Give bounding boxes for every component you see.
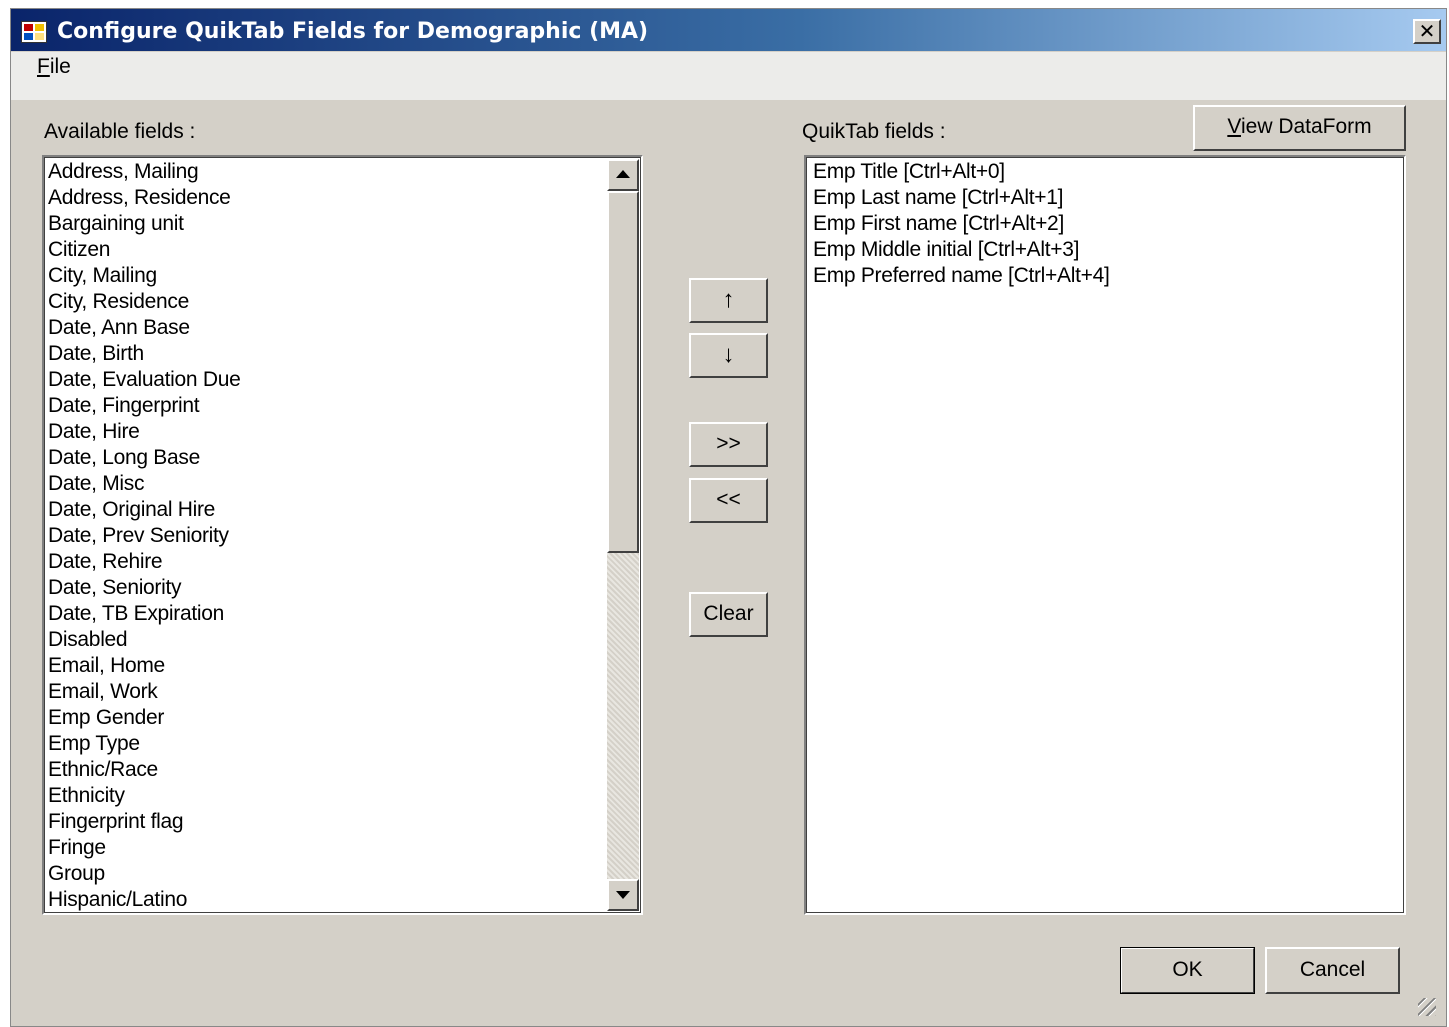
quiktab-list-item[interactable]: Emp Middle initial [Ctrl+Alt+3] bbox=[809, 237, 1404, 263]
available-list-item[interactable]: Email, Work bbox=[44, 679, 641, 705]
quiktab-list-item[interactable]: Emp Title [Ctrl+Alt+0] bbox=[809, 159, 1404, 185]
available-list-item[interactable]: Fringe bbox=[44, 835, 641, 861]
available-list-item[interactable]: Date, Hire bbox=[44, 419, 641, 445]
menu-file[interactable]: File bbox=[37, 55, 71, 79]
available-list-item[interactable]: Date, Prev Seniority bbox=[44, 523, 641, 549]
available-scrollbar[interactable] bbox=[607, 159, 639, 911]
view-dataform-button[interactable]: View DataForm bbox=[1193, 105, 1406, 151]
available-list-item[interactable]: Address, Residence bbox=[44, 185, 641, 211]
available-list-item[interactable]: Email, Home bbox=[44, 653, 641, 679]
resize-grip-icon[interactable] bbox=[1418, 998, 1436, 1016]
remove-field-button[interactable]: << bbox=[689, 478, 768, 523]
available-list-item[interactable]: Disabled bbox=[44, 627, 641, 653]
menu-file-label: ile bbox=[49, 55, 71, 78]
scroll-thumb[interactable] bbox=[607, 191, 639, 553]
window-title: Configure QuikTab Fields for Demographic… bbox=[57, 19, 649, 44]
available-list-item[interactable]: Ethnicity bbox=[44, 783, 641, 809]
available-list-item[interactable]: Date, TB Expiration bbox=[44, 601, 641, 627]
available-list-item[interactable]: City, Residence bbox=[44, 289, 641, 315]
available-list-item[interactable]: Date, Birth bbox=[44, 341, 641, 367]
add-field-button[interactable]: >> bbox=[689, 422, 768, 467]
available-list-item[interactable]: Citizen bbox=[44, 237, 641, 263]
cancel-button[interactable]: Cancel bbox=[1265, 947, 1400, 994]
move-up-button[interactable]: ↑ bbox=[689, 278, 768, 323]
scroll-up-button[interactable] bbox=[607, 159, 639, 191]
scroll-down-arrow-icon bbox=[616, 891, 630, 899]
scroll-up-arrow-icon bbox=[616, 170, 630, 178]
view-dataform-mnemonic: V bbox=[1227, 115, 1241, 138]
app-icon bbox=[21, 21, 47, 43]
menu-file-mnemonic: F bbox=[37, 55, 50, 78]
available-list-item[interactable]: Ethnic/Race bbox=[44, 757, 641, 783]
available-list-item[interactable]: Date, Rehire bbox=[44, 549, 641, 575]
quiktab-list-item[interactable]: Emp Preferred name [Ctrl+Alt+4] bbox=[809, 263, 1404, 289]
quiktab-list-item[interactable]: Emp Last name [Ctrl+Alt+1] bbox=[809, 185, 1404, 211]
move-down-button[interactable]: ↓ bbox=[689, 333, 768, 378]
close-button[interactable]: ✕ bbox=[1413, 19, 1441, 44]
available-list-item[interactable]: Emp Gender bbox=[44, 705, 641, 731]
available-list-item[interactable]: Address, Mailing bbox=[44, 159, 641, 185]
available-list-item[interactable]: Date, Long Base bbox=[44, 445, 641, 471]
available-list-item[interactable]: Date, Evaluation Due bbox=[44, 367, 641, 393]
available-list-item[interactable]: Fingerprint flag bbox=[44, 809, 641, 835]
scroll-down-button[interactable] bbox=[607, 879, 639, 911]
available-list-item[interactable]: Date, Original Hire bbox=[44, 497, 641, 523]
quiktab-list-item[interactable]: Emp First name [Ctrl+Alt+2] bbox=[809, 211, 1404, 237]
available-list-item[interactable]: Date, Seniority bbox=[44, 575, 641, 601]
available-fields-list[interactable]: Address, Mailing Address, Residence Bargai… bbox=[42, 155, 643, 915]
quiktab-fields-label: QuikTab fields : bbox=[802, 120, 946, 143]
menu-bar bbox=[11, 52, 1446, 100]
title-bar[interactable]: Configure QuikTab Fields for Demographic… bbox=[11, 9, 1446, 51]
available-list-item[interactable]: Date, Fingerprint bbox=[44, 393, 641, 419]
available-list-item[interactable]: City, Mailing bbox=[44, 263, 641, 289]
available-list-item[interactable]: Hispanic/Latino bbox=[44, 887, 641, 913]
available-list-item[interactable]: Date, Misc bbox=[44, 471, 641, 497]
available-fields-label: Available fields : bbox=[44, 120, 196, 143]
available-list-item[interactable]: Date, Ann Base bbox=[44, 315, 641, 341]
available-list-item[interactable]: Bargaining unit bbox=[44, 211, 641, 237]
ok-button[interactable]: OK bbox=[1120, 947, 1255, 994]
view-dataform-label: iew DataForm bbox=[1240, 115, 1372, 138]
quiktab-fields-list[interactable]: Emp Title [Ctrl+Alt+0] Emp Last name [Ctr… bbox=[804, 155, 1406, 915]
clear-button[interactable]: Clear bbox=[689, 592, 768, 637]
available-list-item[interactable]: Emp Type bbox=[44, 731, 641, 757]
available-list-item[interactable]: Group bbox=[44, 861, 641, 887]
